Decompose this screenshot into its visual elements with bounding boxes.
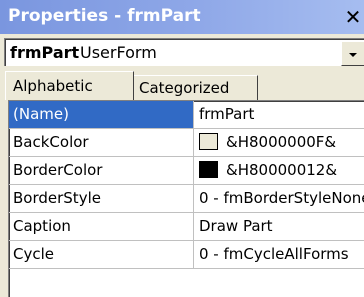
title-bar[interactable]: Properties - frmPart ✕ bbox=[0, 0, 364, 34]
property-name: BorderColor bbox=[9, 157, 194, 184]
property-value: &H80000012& bbox=[226, 161, 338, 179]
property-value-cell[interactable]: &H8000000F& bbox=[195, 129, 364, 156]
property-row-bordercolor[interactable]: BorderColor &H80000012& bbox=[9, 157, 364, 185]
property-value[interactable]: frmPart bbox=[195, 101, 364, 128]
property-value[interactable]: 0 - fmCycleAllForms bbox=[195, 241, 364, 268]
object-dropdown-button[interactable] bbox=[341, 41, 364, 66]
property-name: BackColor bbox=[9, 129, 194, 156]
property-name: BorderStyle bbox=[9, 185, 194, 212]
property-row-caption[interactable]: Caption Draw Part bbox=[9, 213, 364, 241]
close-button[interactable]: ✕ bbox=[338, 6, 364, 28]
property-row-backcolor[interactable]: BackColor &H8000000F& bbox=[9, 129, 364, 157]
tab-categorized[interactable]: Categorized bbox=[134, 75, 258, 100]
property-value[interactable]: 0 - fmBorderStyleNone bbox=[195, 185, 364, 212]
property-value[interactable]: Draw Part bbox=[195, 213, 364, 240]
tab-alphabetic[interactable]: Alphabetic bbox=[5, 71, 134, 100]
close-icon: ✕ bbox=[344, 5, 362, 29]
property-value-cell[interactable]: &H80000012& bbox=[195, 157, 364, 184]
property-row-name[interactable]: (Name) frmPart bbox=[9, 101, 364, 129]
window-title: Properties - frmPart bbox=[8, 6, 201, 26]
property-row-borderstyle[interactable]: BorderStyle 0 - fmBorderStyleNone bbox=[9, 185, 364, 213]
chevron-down-icon bbox=[349, 52, 357, 57]
object-type: UserForm bbox=[80, 43, 157, 62]
property-name: Cycle bbox=[9, 241, 194, 268]
object-name: frmPart bbox=[10, 43, 80, 62]
property-value: &H8000000F& bbox=[226, 133, 337, 151]
object-selector[interactable]: frmPart UserForm bbox=[4, 38, 364, 66]
property-name: (Name) bbox=[9, 101, 194, 128]
property-row-cycle[interactable]: Cycle 0 - fmCycleAllForms bbox=[9, 241, 364, 269]
color-swatch bbox=[199, 161, 218, 178]
property-name: Caption bbox=[9, 213, 194, 240]
properties-window: Properties - frmPart ✕ frmPart UserForm … bbox=[0, 0, 364, 297]
color-swatch bbox=[199, 133, 218, 150]
property-grid: (Name) frmPart BackColor &H8000000F& Bor… bbox=[8, 100, 364, 297]
